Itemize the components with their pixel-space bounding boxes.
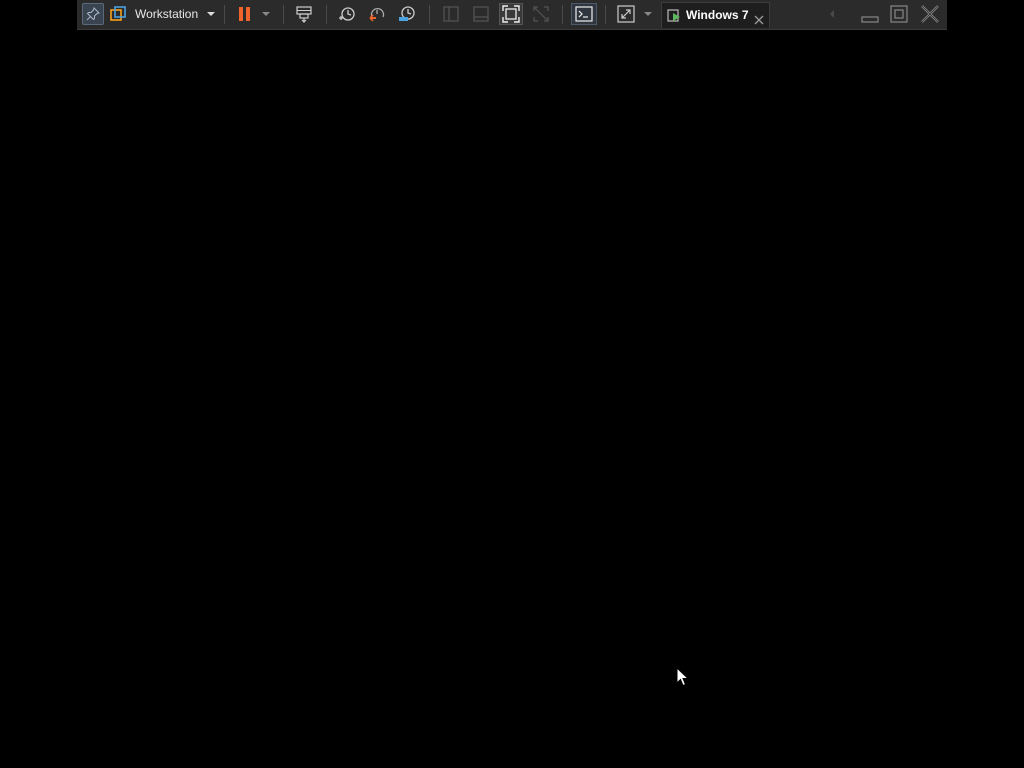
toolbar-divider (562, 5, 563, 24)
mouse-pointer-icon (676, 666, 690, 691)
restore-icon (890, 5, 908, 23)
pause-icon (238, 6, 252, 22)
tab-windows-7[interactable]: Windows 7 (661, 2, 770, 28)
unity-icon (533, 6, 549, 22)
unity-button[interactable] (530, 3, 552, 25)
snapshot-manager-button[interactable] (396, 3, 418, 25)
library-icon (443, 6, 459, 22)
toolbar-divider (224, 5, 225, 24)
vm-tab-label: Windows 7 (686, 8, 749, 22)
snapshot-revert-icon (368, 5, 386, 23)
power-menu-dropdown[interactable] (260, 3, 272, 25)
console-icon (575, 6, 593, 22)
chevron-down-icon (643, 11, 653, 17)
stretch-menu-dropdown[interactable] (642, 3, 654, 25)
tab-scroll-left-button[interactable] (825, 3, 839, 25)
workstation-menu-button[interactable] (109, 3, 127, 25)
toolbar-divider (326, 5, 327, 24)
take-snapshot-button[interactable] (336, 3, 358, 25)
pin-icon (86, 7, 100, 21)
workstation-label[interactable]: Workstation (135, 5, 198, 23)
pause-button[interactable] (234, 3, 256, 25)
toolbar-divider (283, 5, 284, 24)
minimize-button[interactable] (859, 3, 881, 25)
snapshot-take-icon (338, 5, 356, 23)
workstation-dropdown[interactable] (205, 3, 217, 25)
pin-button[interactable] (82, 3, 104, 25)
stretch-icon (617, 5, 635, 23)
vm-running-icon (667, 8, 682, 27)
send-ctrl-alt-del-button[interactable] (293, 3, 315, 25)
close-icon (920, 4, 940, 24)
send-keys-icon (295, 5, 313, 23)
restore-button[interactable] (888, 3, 910, 25)
stretch-guest-button[interactable] (615, 3, 637, 25)
revert-snapshot-button[interactable] (366, 3, 388, 25)
chevron-left-icon (829, 10, 835, 18)
vm-toolbar: Workstation Windows 7 (77, 0, 947, 30)
console-view-button[interactable] (571, 3, 597, 25)
close-button[interactable] (918, 3, 942, 25)
toolbar-divider (429, 5, 430, 24)
chevron-down-icon (206, 11, 216, 17)
full-screen-button[interactable] (499, 3, 523, 25)
snapshot-manager-icon (398, 5, 416, 23)
chevron-down-icon (261, 11, 271, 17)
show-library-button[interactable] (440, 3, 462, 25)
close-icon[interactable] (754, 10, 764, 29)
thumbnail-bar-button[interactable] (470, 3, 492, 25)
full-screen-icon (502, 5, 520, 23)
vmware-workstation-icon (110, 6, 126, 22)
toolbar-divider (605, 5, 606, 24)
thumbnail-bar-icon (473, 6, 489, 22)
vm-screen[interactable]: Workstation Windows 7 (0, 0, 1024, 768)
minimize-icon (861, 5, 879, 23)
